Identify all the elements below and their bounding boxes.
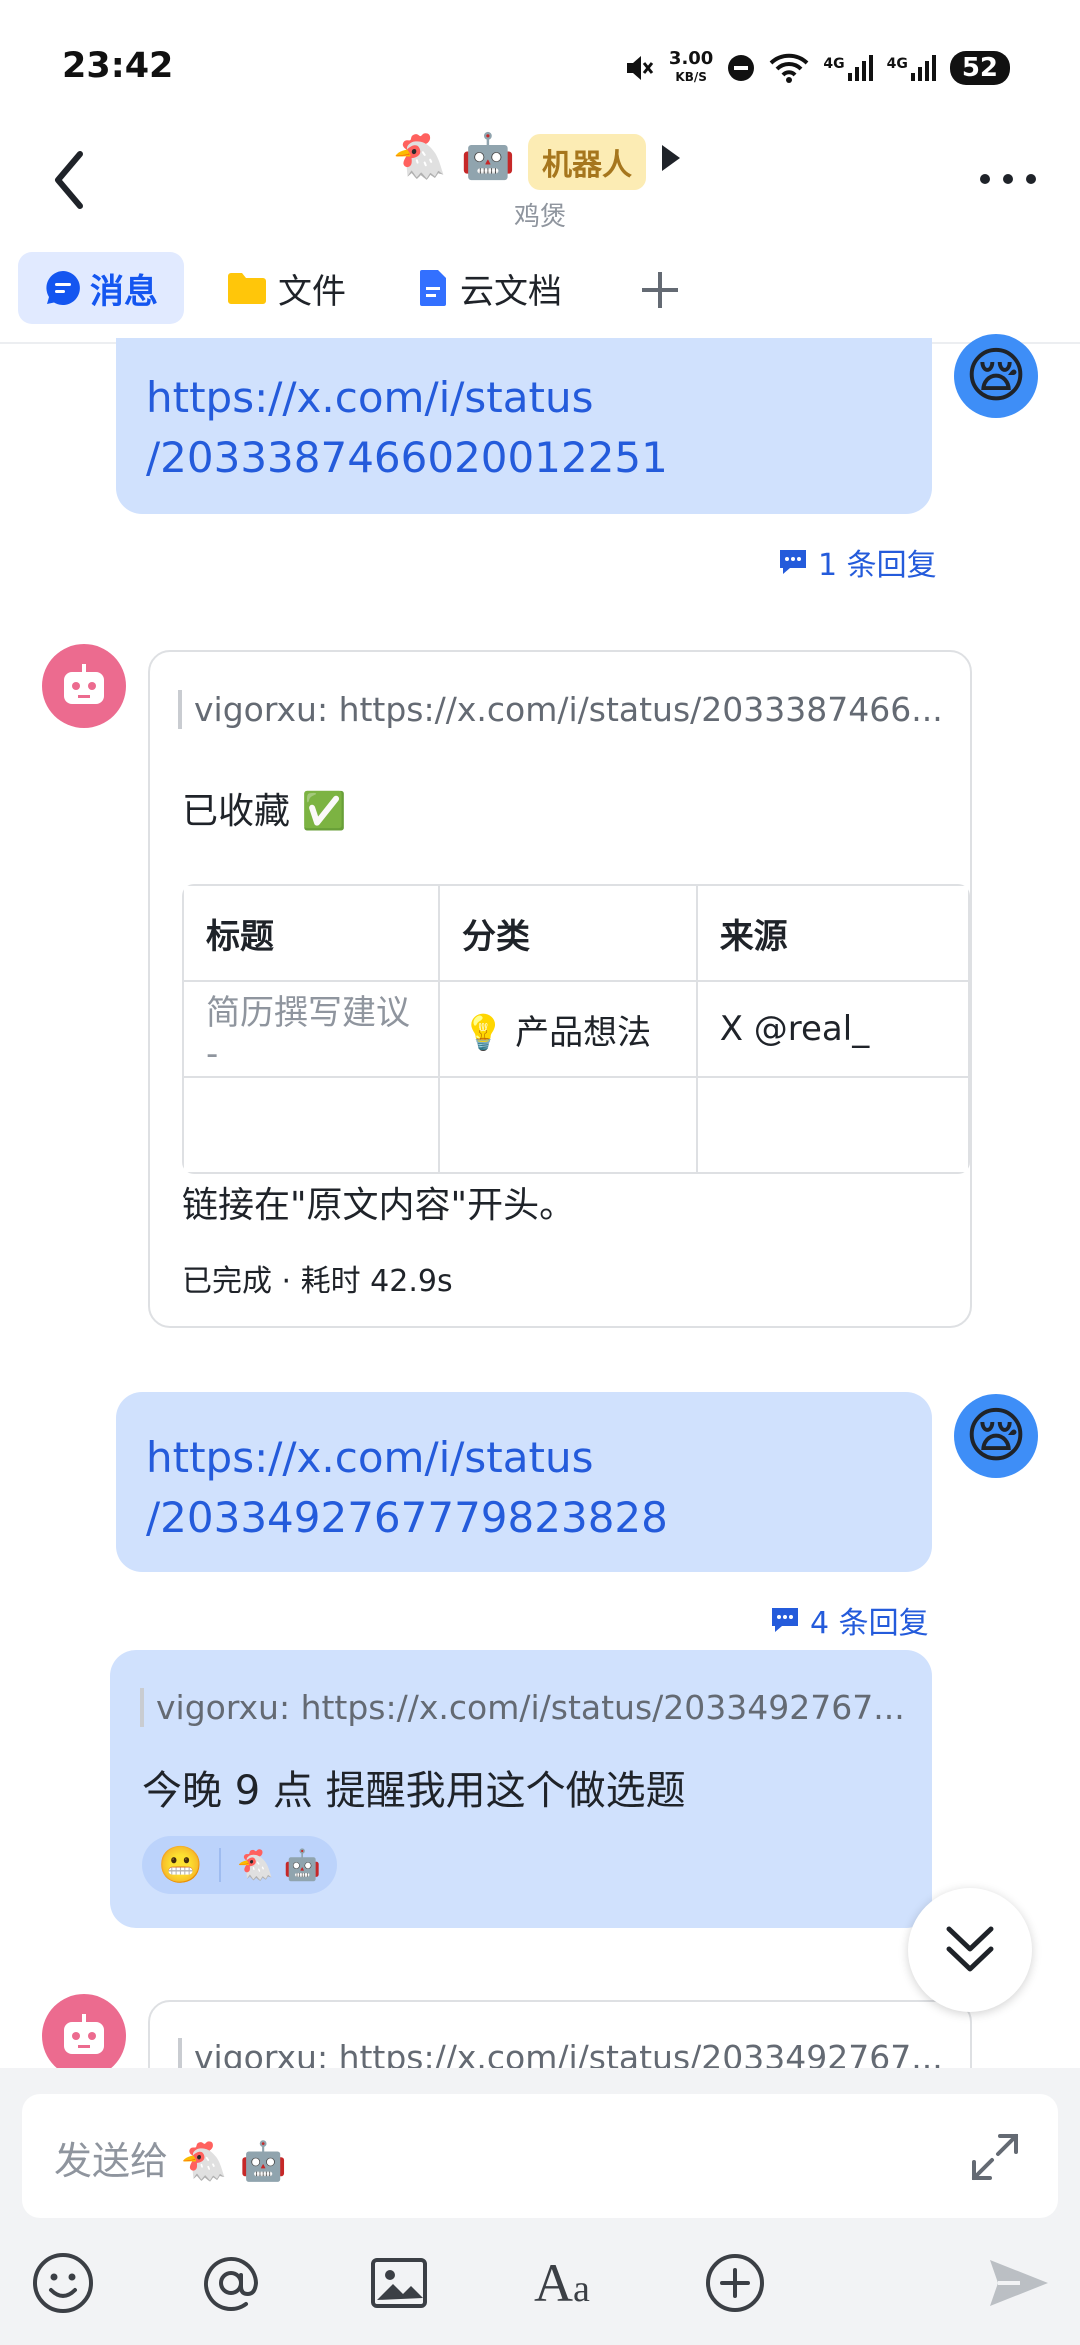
collection-table: 标题 分类 来源 简历撰写建议 - 💡 产品想法 X @real_: [182, 884, 970, 1174]
user-reply-bubble[interactable]: vigorxu: https://x.com/i/status/20334927…: [110, 1650, 932, 1928]
table-cell: [695, 1076, 970, 1174]
text-format-icon[interactable]: Aa: [534, 2250, 600, 2316]
add-icon[interactable]: [702, 2250, 768, 2316]
clock: 23:42: [62, 46, 174, 86]
tab-messages[interactable]: 消息: [18, 252, 184, 324]
table-row[interactable]: [182, 1076, 970, 1174]
emoji-icon[interactable]: [30, 2250, 96, 2316]
more-icon[interactable]: [978, 172, 1038, 186]
bot-badge: 机器人: [528, 134, 646, 190]
status-icons: 3.00 KB/S 4G 4G 52: [623, 48, 1010, 88]
signal-2: 4G: [887, 55, 936, 81]
doc-icon: [420, 270, 446, 306]
net-speed: 3.00 KB/S: [668, 48, 714, 85]
table-cell: 💡 产品想法: [438, 980, 698, 1078]
send-icon[interactable]: [986, 2250, 1052, 2316]
divider: [218, 1848, 221, 1882]
image-icon[interactable]: [366, 2250, 432, 2316]
reaction-users: 🐔 🤖: [236, 1847, 322, 1883]
tab-label: 文件: [278, 271, 346, 312]
completion-status: 已完成 · 耗时 42.9s: [182, 1264, 453, 1299]
table-header: 分类: [438, 884, 698, 982]
bot-message-card[interactable]: vigorxu: https://x.com/i/status/20333874…: [148, 650, 972, 1328]
user-message-bubble[interactable]: https://x.com/i/status /2033492767779823…: [116, 1392, 932, 1572]
reply-count[interactable]: 1 条回复: [778, 540, 937, 584]
tab-label: 云文档: [460, 271, 562, 312]
mention-icon[interactable]: [198, 2250, 264, 2316]
battery-indicator: 52: [949, 51, 1010, 85]
table-cell: X @real_: [695, 980, 970, 1078]
double-chevron-down-icon: [946, 1926, 994, 1972]
bot-avatar[interactable]: [42, 644, 126, 728]
dnd-icon: [728, 55, 755, 81]
add-tab-icon[interactable]: [638, 268, 682, 312]
play-arrow-icon[interactable]: [660, 143, 682, 173]
reply-icon: [780, 550, 806, 574]
message-link[interactable]: /2033492767779823828: [146, 1488, 668, 1548]
expand-icon[interactable]: [968, 2130, 1022, 2184]
robot-icon: [64, 2014, 104, 2054]
message-input-placeholder: 发送给 🐔 🤖: [54, 2139, 287, 2183]
table-header: 标题: [182, 884, 441, 982]
reply-icon: [772, 1608, 798, 1632]
tab-files[interactable]: 文件: [226, 252, 346, 324]
signal-1: 4G: [823, 55, 873, 81]
message-text: 今晚 9 点 提醒我用这个做选题: [142, 1768, 686, 1814]
reply-count-label: 4 条回复: [810, 1606, 929, 1641]
message-text: 已收藏 ✅: [182, 791, 347, 832]
chat-title-emoji[interactable]: 🐔 🤖: [392, 130, 516, 182]
user-avatar[interactable]: 😪: [954, 1394, 1038, 1478]
message-link[interactable]: /2033387466020012251: [146, 428, 668, 488]
mute-icon: [626, 56, 654, 80]
scroll-to-bottom-button[interactable]: [908, 1888, 1032, 2012]
message-link[interactable]: https://x.com/i/status: [146, 368, 668, 428]
wifi-icon: [769, 53, 809, 83]
reply-count-label: 1 条回复: [818, 548, 937, 583]
quote-text: vigorxu: https://x.com/i/status/20333874…: [178, 690, 954, 729]
table-header: 来源: [695, 884, 970, 982]
robot-icon: [64, 664, 104, 704]
user-message-bubble[interactable]: https://x.com/i/status /2033387466020012…: [116, 338, 932, 514]
message-icon: [46, 271, 80, 305]
table-cell: [182, 1076, 441, 1174]
chat-subtitle: 鸡煲: [513, 202, 566, 232]
message-text: 链接在"原文内容"开头。: [182, 1185, 576, 1226]
reaction-emoji: 😬: [158, 1845, 203, 1886]
tab-label: 消息: [90, 271, 158, 312]
user-avatar[interactable]: 😪: [954, 334, 1038, 418]
status-bar: 23:42 3.00 KB/S 4G 4G 52: [0, 0, 1080, 130]
reply-count[interactable]: 4 条回复: [770, 1598, 929, 1642]
bot-avatar[interactable]: [42, 1994, 126, 2078]
table-cell: 简历撰写建议 -: [182, 980, 441, 1078]
quote-text: vigorxu: https://x.com/i/status/20334927…: [140, 1688, 926, 1727]
folder-icon: [228, 273, 266, 304]
reaction-chip[interactable]: 😬 🐔 🤖: [142, 1836, 338, 1894]
table-cell: [438, 1076, 698, 1174]
tab-docs[interactable]: 云文档: [418, 252, 562, 324]
table-row[interactable]: 简历撰写建议 - 💡 产品想法 X @real_: [182, 980, 970, 1078]
message-link[interactable]: https://x.com/i/status: [146, 1428, 668, 1488]
